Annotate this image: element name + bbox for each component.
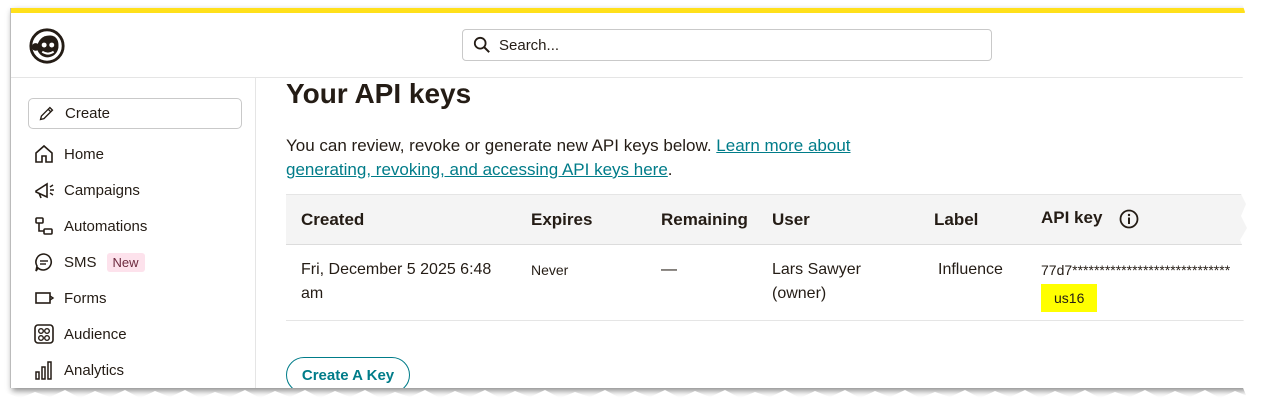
create-key-button[interactable]: Create A Key xyxy=(286,357,410,388)
sidebar-nav: Home Campaigns Automations SMS New Forms… xyxy=(33,136,147,388)
sidebar-item-audience[interactable]: Audience xyxy=(33,316,147,352)
column-header-remaining: Remaining xyxy=(661,210,748,229)
api-key-value[interactable]: 77d7***************************** xyxy=(1041,258,1230,282)
audience-icon xyxy=(34,324,54,344)
cell-expires: Never xyxy=(531,262,569,278)
cell-remaining: — xyxy=(661,261,677,278)
app-window: Create Home Campaigns xyxy=(10,8,1247,388)
main-content: Your API keys You can review, revoke or … xyxy=(256,78,1247,388)
cell-label: Influence xyxy=(938,261,1003,278)
sidebar-item-automations[interactable]: Automations xyxy=(33,208,147,244)
column-header-user: User xyxy=(772,210,810,229)
megaphone-icon xyxy=(35,182,54,199)
new-badge: New xyxy=(106,252,145,272)
sidebar: Create Home Campaigns Automations SMS Ne… xyxy=(11,78,256,388)
column-header-expires: Expires xyxy=(531,210,593,229)
sidebar-item-analytics[interactable]: Analytics xyxy=(33,352,147,388)
page-title: Your API keys xyxy=(286,78,472,109)
create-button[interactable]: Create xyxy=(28,98,242,129)
cell-user: Lars Sawyer (owner) xyxy=(772,261,861,302)
sidebar-item-forms[interactable]: Forms xyxy=(33,280,147,316)
info-icon[interactable] xyxy=(1119,209,1139,229)
api-keys-table: Created Expires Remaining User Label API… xyxy=(286,194,1247,321)
sidebar-item-campaigns[interactable]: Campaigns xyxy=(33,172,147,208)
description-suffix: . xyxy=(667,160,673,179)
sidebar-item-home[interactable]: Home xyxy=(33,136,147,172)
column-header-label: Label xyxy=(934,210,979,229)
sidebar-item-label: Audience xyxy=(64,325,127,343)
sidebar-item-label: Forms xyxy=(64,289,107,307)
search-icon xyxy=(473,36,490,53)
torn-edge-bottom xyxy=(0,389,1267,407)
search-box[interactable] xyxy=(462,29,992,61)
forms-icon xyxy=(35,292,55,304)
column-header-created: Created xyxy=(301,210,365,229)
sidebar-item-label: Home xyxy=(64,145,105,163)
api-key-header-text: API key xyxy=(1041,208,1103,227)
table-row: Fri, December 5 2025 6:48 am Never — Lar… xyxy=(286,245,1247,321)
top-header xyxy=(11,13,1247,78)
mailchimp-logo-icon[interactable] xyxy=(28,27,66,65)
table-header: Created Expires Remaining User Label API… xyxy=(286,194,1247,245)
sms-icon xyxy=(35,253,53,272)
sidebar-item-label: Automations xyxy=(64,217,148,235)
column-header-api-key: API key xyxy=(1041,208,1139,229)
description-text: You can review, revoke or generate new A… xyxy=(286,136,717,155)
sidebar-item-label: SMS xyxy=(64,253,97,271)
sidebar-item-sms[interactable]: SMS New xyxy=(33,244,147,280)
sidebar-item-label: Analytics xyxy=(64,361,125,379)
home-icon xyxy=(35,144,53,163)
pencil-icon xyxy=(39,106,54,121)
sidebar-item-label: Campaigns xyxy=(64,181,140,199)
torn-edge-right xyxy=(1239,0,1267,407)
page-description: You can review, revoke or generate new A… xyxy=(286,134,886,182)
analytics-icon xyxy=(35,361,52,380)
search-input[interactable] xyxy=(497,35,941,55)
automations-icon xyxy=(35,217,53,235)
cell-created: Fri, December 5 2025 6:48 am xyxy=(301,261,492,302)
cell-api-key: 77d7***************************** us16 xyxy=(1041,258,1230,312)
create-button-label: Create xyxy=(65,105,111,122)
server-prefix-highlight: us16 xyxy=(1041,284,1098,312)
